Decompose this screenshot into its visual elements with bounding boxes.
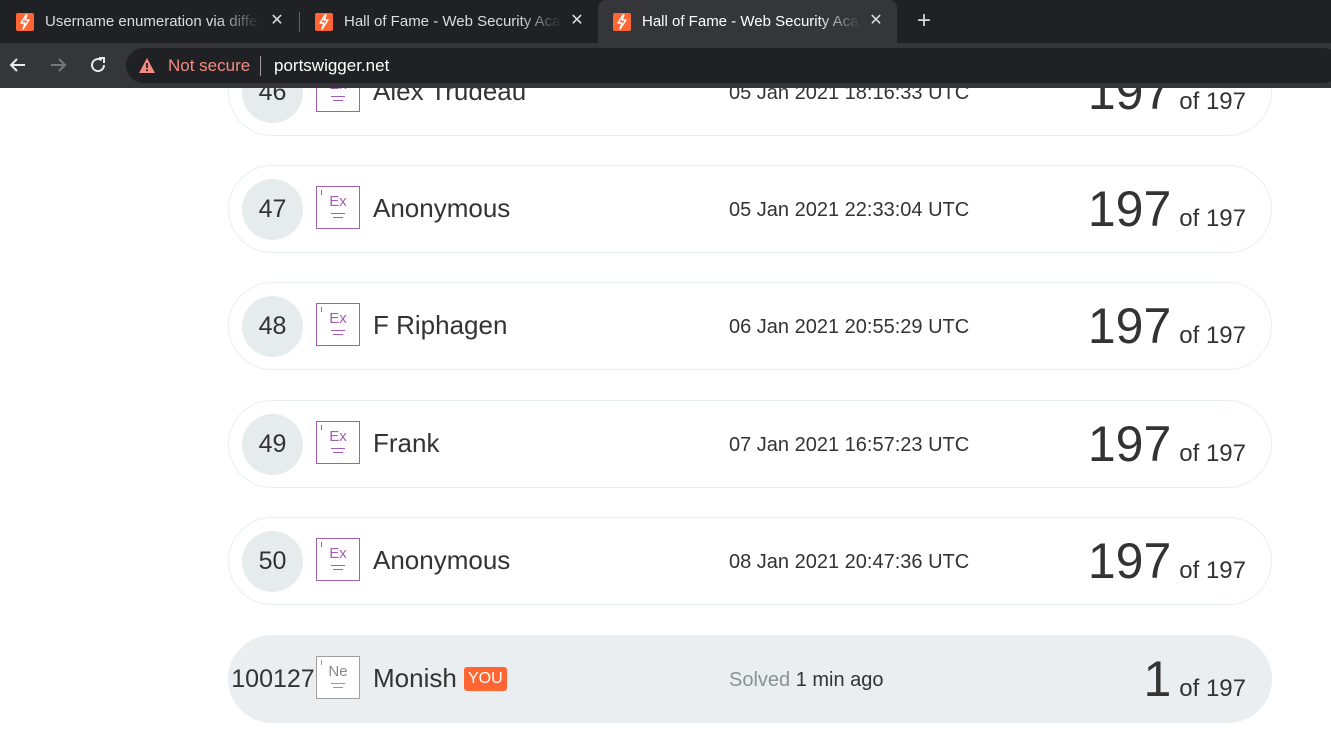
score-total: of 197 — [1179, 557, 1246, 584]
reload-icon[interactable] — [86, 53, 110, 77]
rank-number: 100127 — [231, 665, 315, 693]
tab-hall-of-fame-active[interactable]: Hall of Fame - Web Security Acad ✕ — [598, 0, 897, 43]
tab-hall-of-fame[interactable]: Hall of Fame - Web Security Acad ✕ — [300, 0, 598, 43]
score-value: 197 — [1087, 88, 1172, 120]
not-secure-label[interactable]: Not secure — [168, 56, 250, 76]
expert-level-badge-icon: Ex — [316, 303, 360, 346]
warning-triangle-icon — [138, 57, 156, 79]
rank-number: 48 — [242, 296, 303, 357]
leaderboard-row: 47 Ex Anonymous 05 Jan 2021 22:33:04 UTC… — [228, 165, 1272, 253]
solved-label: Solved — [729, 669, 791, 691]
tab-title: Hall of Fame - Web Security Acad — [642, 13, 860, 30]
score-total: of 197 — [1179, 440, 1246, 467]
close-tab-icon[interactable]: ✕ — [568, 12, 586, 30]
score: 197 of 197 — [1088, 88, 1246, 121]
rank-number: 46 — [242, 88, 303, 123]
level-abbr: Ex — [329, 310, 347, 327]
you-badge: YOU — [464, 667, 507, 691]
expert-level-badge-icon: Ex — [316, 421, 360, 464]
leaderboard-row: 46 Ex Alex Trudeau 05 Jan 2021 18:16:33 … — [228, 88, 1272, 136]
portswigger-favicon-icon — [613, 12, 631, 31]
score-value: 197 — [1087, 416, 1172, 472]
tab-username-enumeration[interactable]: Username enumeration via differ ✕ — [0, 0, 298, 43]
completion-date: 06 Jan 2021 20:55:29 UTC — [729, 316, 970, 338]
completion-date: 08 Jan 2021 20:47:36 UTC — [729, 551, 970, 573]
solved-status: Solved 1 min ago — [729, 669, 884, 692]
rank-number: 47 — [242, 179, 303, 240]
hall-of-fame-page: 46 Ex Alex Trudeau 05 Jan 2021 18:16:33 … — [0, 88, 1331, 738]
tab-title: Username enumeration via differ — [45, 13, 260, 30]
user-name: Anonymous — [373, 193, 511, 223]
url-text[interactable]: portswigger.net — [274, 56, 389, 76]
score-value: 1 — [1143, 651, 1172, 707]
back-arrow-icon[interactable] — [6, 53, 30, 77]
completion-date: 05 Jan 2021 18:16:33 UTC — [729, 88, 970, 104]
portswigger-favicon-icon — [16, 12, 34, 31]
level-abbr: Ex — [329, 428, 347, 445]
score-total: of 197 — [1179, 322, 1246, 349]
score: 197 of 197 — [1088, 180, 1246, 238]
rank-number: 49 — [242, 414, 303, 475]
close-tab-icon[interactable]: ✕ — [867, 12, 885, 30]
level-abbr: Ex — [329, 545, 347, 562]
expert-level-badge-icon: Ex — [316, 538, 360, 581]
new-tab-plus-icon[interactable]: + — [912, 9, 936, 33]
level-abbr: Ne — [328, 663, 348, 680]
score: 197 of 197 — [1088, 532, 1246, 590]
user-name: Anonymous — [373, 545, 511, 575]
current-user-row: 100127 Ne Monish YOU Solved 1 min ago 1o… — [228, 635, 1272, 723]
rank-number: 50 — [242, 531, 303, 592]
omnibox-divider — [260, 56, 261, 76]
level-abbr: Ex — [317, 88, 359, 93]
close-tab-icon[interactable]: ✕ — [268, 12, 286, 30]
score-total: of 197 — [1179, 205, 1246, 232]
score-value: 197 — [1087, 533, 1172, 589]
tab-title: Hall of Fame - Web Security Acad — [344, 13, 562, 30]
score-total: of 197 — [1179, 675, 1246, 702]
user-name: F Riphagen — [373, 310, 508, 340]
leaderboard-row: 49 Ex Frank 07 Jan 2021 16:57:23 UTC 197… — [228, 400, 1272, 488]
score: 197 of 197 — [1088, 415, 1246, 473]
completion-date: 05 Jan 2021 22:33:04 UTC — [729, 199, 970, 221]
user-name: Monish — [373, 663, 457, 693]
browser-toolbar: Not secure portswigger.net — [0, 43, 1331, 88]
user-name: Frank — [373, 428, 440, 458]
user-name: Alex Trudeau — [373, 88, 527, 106]
newbie-level-badge-icon: Ne — [316, 656, 360, 699]
score-value: 197 — [1087, 181, 1172, 237]
solved-time: 1 min ago — [795, 669, 884, 691]
tab-strip: Username enumeration via differ ✕ Hall o… — [0, 0, 1331, 43]
expert-level-badge-icon: Ex — [316, 186, 360, 229]
score: 197 of 197 — [1088, 297, 1246, 355]
portswigger-favicon-icon — [315, 12, 333, 31]
leaderboard-row: 48 Ex F Riphagen 06 Jan 2021 20:55:29 UT… — [228, 282, 1272, 370]
score-total: of 197 — [1179, 88, 1246, 115]
level-abbr: Ex — [329, 193, 347, 210]
completion-date: 07 Jan 2021 16:57:23 UTC — [729, 434, 970, 456]
address-bar[interactable]: Not secure portswigger.net — [126, 48, 1331, 83]
score-value: 197 — [1087, 298, 1172, 354]
score: 1 of 197 — [1143, 650, 1246, 708]
leaderboard-row: 50 Ex Anonymous 08 Jan 2021 20:47:36 UTC… — [228, 517, 1272, 605]
forward-arrow-icon[interactable] — [46, 53, 70, 77]
expert-level-badge-icon: Ex — [316, 88, 360, 112]
